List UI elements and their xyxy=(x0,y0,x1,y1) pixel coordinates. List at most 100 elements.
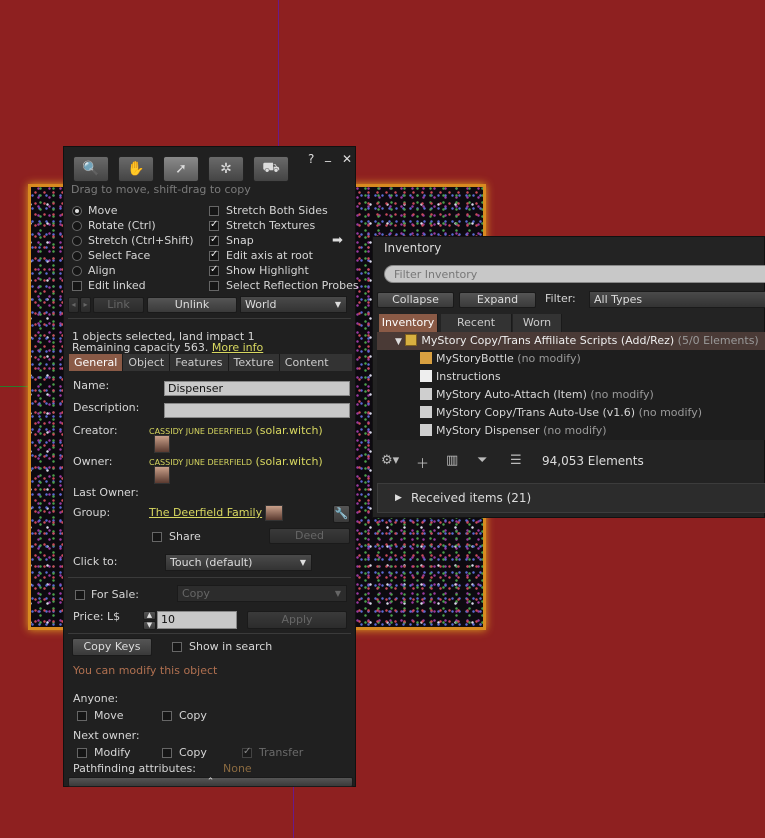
mode-stretch-radio[interactable] xyxy=(72,236,82,246)
tab-object[interactable]: Object xyxy=(123,354,171,371)
move-tool-button[interactable]: ✋ xyxy=(118,156,154,182)
description-label: Description: xyxy=(73,401,140,414)
build-floater: 🔍 ✋ ➚ ✲ ⛟ ? _ ✕ Drag to move, shift-drag… xyxy=(63,146,359,787)
build-tabs: General Object Features Texture Content xyxy=(69,354,352,371)
option-label: Show Highlight xyxy=(226,264,309,277)
remaining-text: Remaining capacity 563. xyxy=(72,341,209,354)
description-field[interactable] xyxy=(164,403,350,418)
option-label: Stretch Textures xyxy=(226,219,316,232)
help-icon[interactable]: ? xyxy=(308,152,314,166)
group-icon[interactable] xyxy=(265,505,283,521)
list-item[interactable]: MyStory Copy/Trans Auto-Use (v1.6) (no m… xyxy=(377,404,765,422)
owner-link[interactable]: CASSIDY JUNE DEERFIELD (solar.witch) xyxy=(149,455,323,468)
folder-open-icon: ▼ xyxy=(395,337,402,347)
anyone-move-checkbox[interactable] xyxy=(77,711,87,721)
name-field[interactable]: Dispenser xyxy=(164,381,350,396)
filter-inventory-input[interactable]: Filter Inventory xyxy=(384,265,765,283)
tab-recent[interactable]: Recent xyxy=(441,314,512,332)
expand-panel-button[interactable]: ⌃ xyxy=(68,777,353,787)
list-item[interactable]: MyStory Auto-Attach (Item) (no modify) xyxy=(377,386,765,404)
filter-icon[interactable]: ⏷ xyxy=(477,453,487,468)
snap-checkbox[interactable] xyxy=(209,234,219,246)
ruler-select[interactable]: World ▼ xyxy=(240,296,347,313)
tab-general[interactable]: General xyxy=(69,354,124,371)
box-icon xyxy=(420,352,432,364)
list-item[interactable]: MyStoryBottle (no modify) xyxy=(377,350,765,368)
tab-features[interactable]: Features xyxy=(170,354,229,371)
next-transfer-checkbox[interactable] xyxy=(242,746,252,758)
copy-keys-button[interactable]: Copy Keys xyxy=(72,638,152,656)
item-note: (no modify) xyxy=(638,406,703,419)
collapse-button[interactable]: Collapse xyxy=(377,292,454,308)
option-label: Edit axis at root xyxy=(226,249,313,262)
folder-count: (5/0 Elements) xyxy=(677,334,759,347)
gear-icon[interactable]: ⚙▾ xyxy=(381,453,399,468)
stretch-both-sides-checkbox[interactable] xyxy=(209,206,219,216)
list-item[interactable]: Instructions xyxy=(377,368,765,386)
snap-arrow-icon[interactable]: ➡ xyxy=(332,233,343,248)
deed-button[interactable]: Deed xyxy=(269,528,350,544)
select-reflection-probes-checkbox[interactable] xyxy=(209,281,219,291)
price-field[interactable]: 10 xyxy=(157,611,237,629)
mode-align-radio[interactable] xyxy=(72,266,82,276)
mode-select-face-radio[interactable] xyxy=(72,251,82,261)
avatar[interactable] xyxy=(154,466,170,484)
list-view-icon[interactable]: ☰ xyxy=(510,453,522,468)
anyone-move-label: Move xyxy=(94,709,124,722)
tab-inventory[interactable]: Inventory xyxy=(379,314,438,332)
sale-type-select[interactable]: Copy ▼ xyxy=(177,585,347,602)
group-link[interactable]: The Deerfield Family xyxy=(149,506,262,519)
filter-label: Filter: xyxy=(545,292,576,305)
next-modify-checkbox[interactable] xyxy=(77,748,87,758)
creator-link[interactable]: CASSIDY JUNE DEERFIELD (solar.witch) xyxy=(149,424,323,437)
edit-axis-root-checkbox[interactable] xyxy=(209,249,219,261)
creator-username: (solar.witch) xyxy=(255,424,323,437)
anyone-copy-checkbox[interactable] xyxy=(162,711,172,721)
share-checkbox[interactable] xyxy=(152,532,162,542)
divider xyxy=(68,577,351,578)
price-up-button[interactable]: ▲ xyxy=(143,611,156,620)
focus-tool-button[interactable]: 🔍 xyxy=(73,156,109,182)
more-info-link[interactable]: More info xyxy=(212,341,263,354)
filter-type-value: All Types xyxy=(594,293,643,306)
link-button[interactable]: Link xyxy=(93,297,144,313)
link-prev-button[interactable]: ◂ xyxy=(68,297,79,313)
click-to-select[interactable]: Touch (default) ▼ xyxy=(165,554,312,571)
next-copy-checkbox[interactable] xyxy=(162,748,172,758)
list-item[interactable]: ▼ MyStory Copy/Trans Affiliate Scripts (… xyxy=(377,332,765,350)
tab-texture[interactable]: Texture xyxy=(228,354,280,371)
link-next-button[interactable]: ▸ xyxy=(80,297,91,313)
trash-icon[interactable]: ▥ xyxy=(446,453,458,468)
mode-move-radio[interactable] xyxy=(72,206,82,216)
for-sale-checkbox[interactable] xyxy=(75,590,85,600)
set-group-button[interactable]: 🔧 xyxy=(333,505,350,523)
received-items-accordion[interactable]: ▶ Received items (21) xyxy=(377,483,765,513)
add-icon[interactable]: ＋ xyxy=(416,453,429,472)
script-icon xyxy=(420,424,432,436)
inventory-title: Inventory xyxy=(384,241,442,255)
tab-content[interactable]: Content xyxy=(279,354,352,371)
minimize-icon[interactable]: _ xyxy=(325,148,331,162)
unlink-button[interactable]: Unlink xyxy=(147,297,237,313)
list-item[interactable]: MyStory Dispenser (no modify) xyxy=(377,422,765,440)
show-highlight-checkbox[interactable] xyxy=(209,264,219,276)
close-icon[interactable]: ✕ xyxy=(342,152,352,166)
price-down-button[interactable]: ▼ xyxy=(143,621,156,630)
mode-label: Stretch (Ctrl+Shift) xyxy=(88,234,194,247)
option-label: Select Reflection Probes xyxy=(226,279,359,292)
owner-username: (solar.witch) xyxy=(255,455,323,468)
mode-rotate-radio[interactable] xyxy=(72,221,82,231)
pointer-icon: ➚ xyxy=(175,161,187,177)
create-tool-button[interactable]: ✲ xyxy=(208,156,244,182)
next-transfer-label: Transfer xyxy=(259,746,304,759)
filter-type-select[interactable]: All Types xyxy=(589,291,765,308)
stretch-textures-checkbox[interactable] xyxy=(209,219,219,231)
apply-button[interactable]: Apply xyxy=(247,611,347,629)
show-in-search-checkbox[interactable] xyxy=(172,642,182,652)
avatar[interactable] xyxy=(154,435,170,453)
edit-linked-checkbox[interactable] xyxy=(72,281,82,291)
tab-worn[interactable]: Worn xyxy=(513,314,562,332)
edit-tool-button[interactable]: ➚ xyxy=(163,156,199,182)
expand-button[interactable]: Expand xyxy=(459,292,536,308)
land-tool-button[interactable]: ⛟ xyxy=(253,156,289,182)
